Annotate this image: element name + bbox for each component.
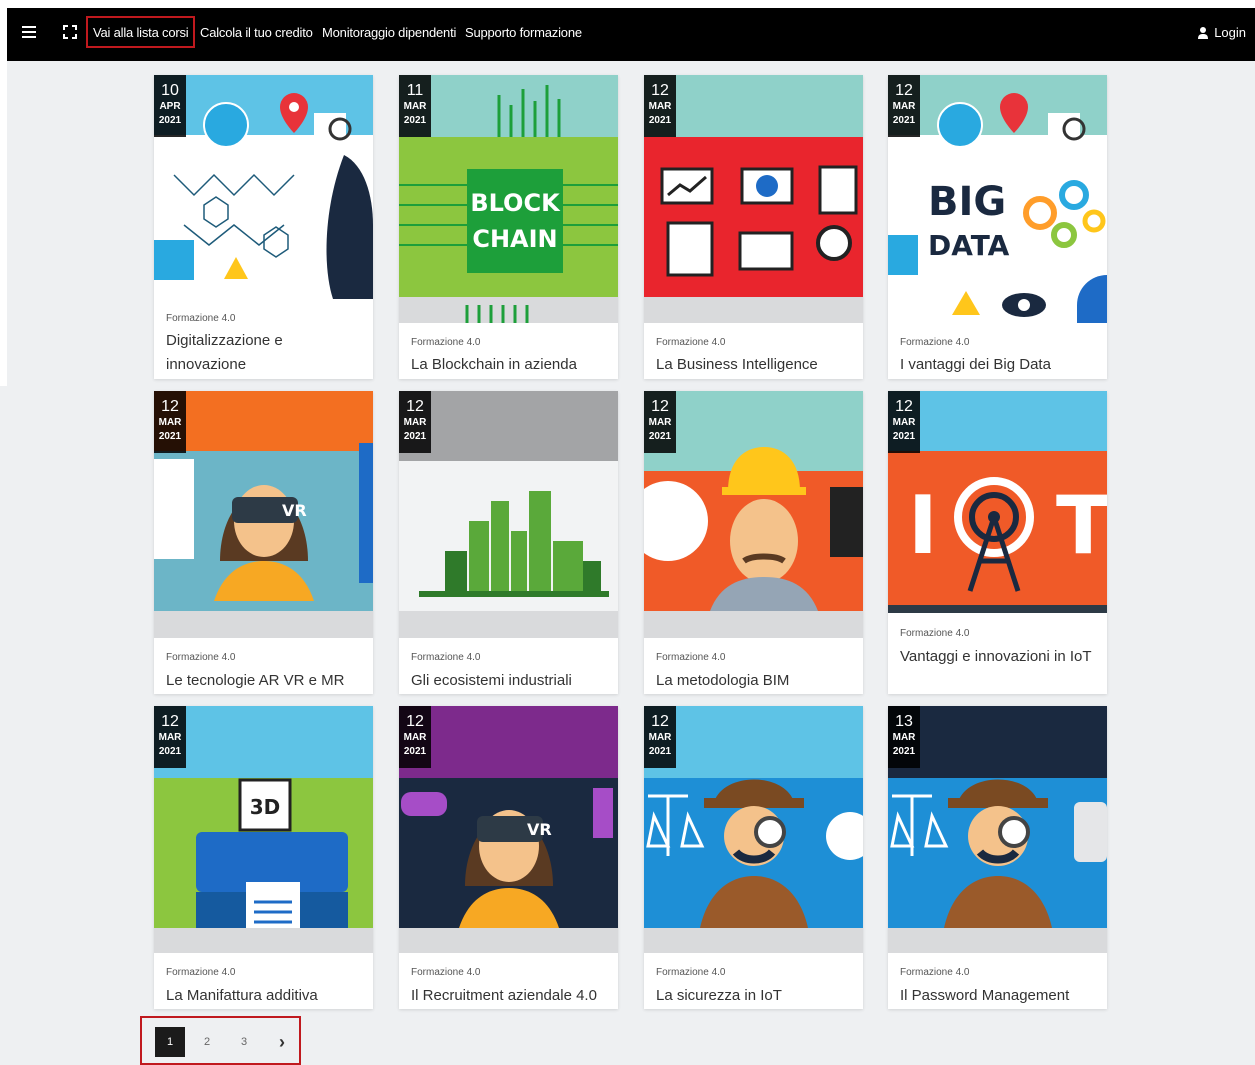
course-image-sicurezza-iot — [644, 706, 863, 953]
course-card[interactable]: BIG DATA 12 MAR 2021 Formazione 4.0 I vant… — [888, 75, 1107, 379]
course-date: 12 MAR 2021 — [154, 706, 186, 768]
course-date: 10 APR 2021 — [154, 75, 186, 137]
course-date: 12 MAR 2021 — [399, 391, 431, 453]
course-card[interactable]: I T 12 MAR 2021 Formazione 4.0 Vantaggi e … — [888, 391, 1107, 694]
page-button-1[interactable]: 1 — [155, 1027, 185, 1057]
course-title: Le tecnologie AR VR e MR — [166, 672, 345, 689]
course-title: La Business Intelligence — [656, 356, 818, 373]
course-category: Formazione 4.0 — [656, 967, 726, 978]
course-category: Formazione 4.0 — [411, 967, 481, 978]
fullscreen-icon[interactable] — [63, 25, 77, 39]
course-category: Formazione 4.0 — [411, 652, 481, 663]
course-title: Il Recruitment aziendale 4.0 — [411, 987, 597, 1004]
course-title: La Manifattura additiva — [166, 987, 318, 1004]
course-title: La metodologia BIM — [656, 672, 790, 689]
course-title: I vantaggi dei Big Data — [900, 356, 1051, 373]
course-category: Formazione 4.0 — [656, 337, 726, 348]
highlight-box — [86, 16, 195, 48]
course-date: 12 MAR 2021 — [888, 391, 920, 453]
login-label: Login — [1214, 25, 1246, 40]
nav-link-supporto[interactable]: Supporto formazione — [465, 25, 582, 40]
image-text: I — [908, 479, 938, 572]
image-text: VR — [527, 820, 552, 839]
course-image-blockchain: BLOCK CHAIN — [399, 75, 618, 323]
course-image-recruitment: VR — [399, 706, 618, 953]
course-title: Vantaggi e innovazioni in IoT — [900, 648, 1092, 665]
course-card[interactable]: 10 APR 2021 Formazione 4.0 Digitalizzazion… — [154, 75, 373, 379]
course-image-digitalizzazione — [154, 75, 373, 299]
course-card[interactable]: VR 12 MAR 2021 Formazione 4.0 Il Recruitme… — [399, 706, 618, 1009]
course-category: Formazione 4.0 — [900, 337, 970, 348]
course-image-business-intelligence — [644, 75, 863, 323]
course-date: 12 MAR 2021 — [399, 706, 431, 768]
course-title: Digitalizzazione e innovazione — [166, 332, 283, 373]
image-text: 3D — [250, 795, 281, 819]
image-text: BIG — [928, 179, 1006, 225]
course-image-password-management — [888, 706, 1107, 953]
course-date: 12 MAR 2021 — [644, 391, 676, 453]
top-navbar: Vai alla lista corsi Calcola il tuo cred… — [7, 8, 1255, 61]
course-category: Formazione 4.0 — [166, 967, 236, 978]
course-title: Il Password Management — [900, 987, 1070, 1004]
nav-link-monitoraggio[interactable]: Monitoraggio dipendenti — [322, 25, 456, 40]
course-date: 11 MAR 2021 — [399, 75, 431, 137]
course-title: La Blockchain in azienda — [411, 356, 577, 373]
course-category: Formazione 4.0 — [166, 313, 236, 324]
course-card[interactable]: VR 12 MAR 2021 Formazione 4.0 Le tecnologi… — [154, 391, 373, 694]
course-category: Formazione 4.0 — [166, 652, 236, 663]
hamburger-menu-icon[interactable] — [22, 26, 36, 40]
login-link[interactable]: Login — [1198, 25, 1246, 40]
course-title: La sicurezza in IoT — [656, 987, 782, 1004]
course-image-iot: I T — [888, 391, 1107, 613]
course-category: Formazione 4.0 — [900, 967, 970, 978]
course-card[interactable]: 3D 12 MAR 2021 Formazione 4.0 La Manifattu… — [154, 706, 373, 1009]
user-icon — [1198, 26, 1209, 39]
course-image-bim — [644, 391, 863, 638]
course-image-ecosistemi — [399, 391, 618, 638]
course-date: 12 MAR 2021 — [644, 75, 676, 137]
course-image-big-data: BIG DATA — [888, 75, 1107, 323]
course-date: 13 MAR 2021 — [888, 706, 920, 768]
course-card[interactable]: 12 MAR 2021 Formazione 4.0 Gli ecosistemi … — [399, 391, 618, 694]
course-category: Formazione 4.0 — [411, 337, 481, 348]
course-date: 12 MAR 2021 — [888, 75, 920, 137]
course-card[interactable]: 12 MAR 2021 Formazione 4.0 La metodologia … — [644, 391, 863, 694]
image-text: CHAIN — [472, 225, 557, 253]
page-button-2[interactable]: 2 — [192, 1027, 222, 1057]
course-category: Formazione 4.0 — [656, 652, 726, 663]
course-date: 12 MAR 2021 — [644, 706, 676, 768]
course-card[interactable]: BLOCK CHAIN 11 MAR 2021 Formazione 4.0 La … — [399, 75, 618, 379]
page-button-3[interactable]: 3 — [229, 1027, 259, 1057]
course-card[interactable]: 13 MAR 2021 Formazione 4.0 Il Password Man… — [888, 706, 1107, 1009]
image-text: BLOCK — [470, 189, 561, 217]
course-card[interactable]: 12 MAR 2021 Formazione 4.0 La Business Int… — [644, 75, 863, 379]
course-title: Gli ecosistemi industriali — [411, 672, 572, 689]
course-image-ar-vr: VR — [154, 391, 373, 638]
next-page-icon[interactable]: › — [267, 1027, 297, 1057]
course-category: Formazione 4.0 — [900, 628, 970, 639]
image-text: VR — [282, 501, 307, 520]
nav-link-calcola-credito[interactable]: Calcola il tuo credito — [200, 25, 313, 40]
course-card[interactable]: 12 MAR 2021 Formazione 4.0 La sicurezza in… — [644, 706, 863, 1009]
course-date: 12 MAR 2021 — [154, 391, 186, 453]
image-text: T — [1056, 479, 1107, 572]
image-text: DATA — [928, 229, 1010, 262]
course-image-manifattura-additiva: 3D — [154, 706, 373, 953]
